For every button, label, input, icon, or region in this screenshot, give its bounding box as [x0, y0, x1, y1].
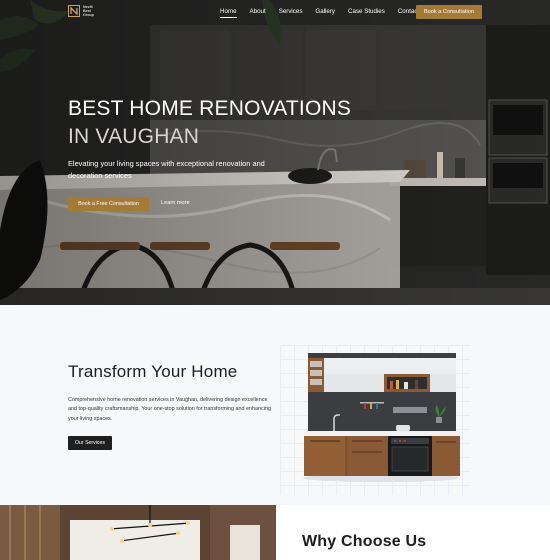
free-consultation-button[interactable]: Book a Free Consultation [68, 197, 149, 211]
nav-link-about[interactable]: About [250, 8, 266, 15]
hero-overlay [0, 0, 550, 305]
why-image [0, 505, 276, 560]
hero-title-line-1: BEST HOME RENOVATIONS [68, 97, 352, 120]
hero-section: Nevill Best Group Home About Services Ga… [0, 0, 550, 305]
logo-n-icon [68, 5, 80, 17]
nav-link-case-studies[interactable]: Case Studies [348, 8, 385, 15]
nav-links: Home About Services Gallery Case Studies… [220, 8, 432, 18]
book-consultation-button[interactable]: Book a Consultation [416, 5, 482, 19]
transform-section: Transform Your Home Comprehensive home r… [0, 305, 550, 505]
nav-link-gallery[interactable]: Gallery [315, 8, 335, 15]
why-choose-us-title: Why Choose Us [302, 533, 427, 550]
nav-link-home[interactable]: Home [220, 8, 237, 18]
our-services-button[interactable]: Our Services [68, 436, 112, 450]
logo-line: Group [83, 13, 94, 17]
learn-more-link[interactable]: Learn more [161, 200, 190, 206]
interior-photo [0, 505, 276, 560]
hero-subtitle: Elevating your living spaces with except… [68, 159, 265, 180]
transform-title: Transform Your Home [68, 362, 238, 381]
transform-description: Comprehensive home renovation services i… [68, 397, 271, 422]
kitchen-illustration [303, 353, 460, 482]
hero-title: BEST HOME RENOVATIONS IN VAUGHAN [68, 95, 351, 151]
nav-link-services[interactable]: Services [279, 8, 303, 15]
top-navigation: Nevill Best Group Home About Services Ga… [0, 0, 550, 24]
brand-logo[interactable]: Nevill Best Group [68, 5, 94, 17]
logo-text: Nevill Best Group [83, 5, 94, 17]
hero-title-line-2: IN VAUGHAN [68, 125, 200, 148]
